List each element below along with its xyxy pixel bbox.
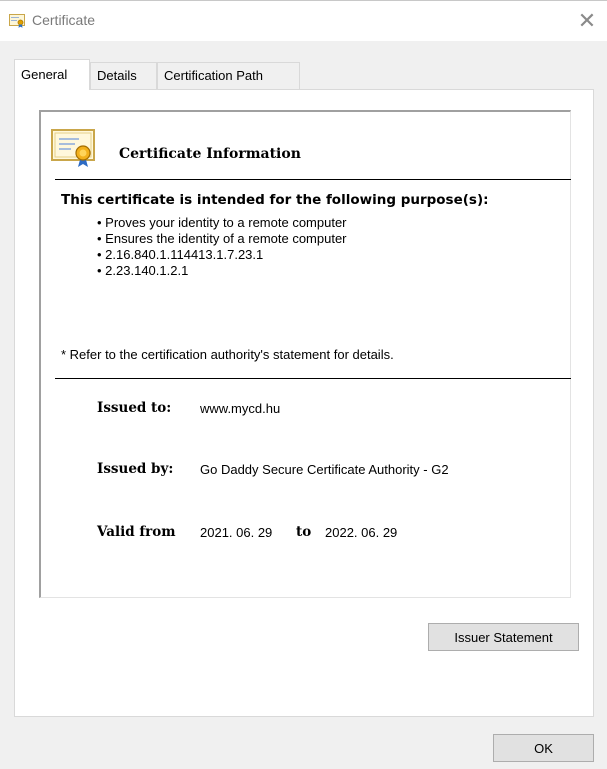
window-title: Certificate [32, 12, 96, 28]
tab-details[interactable]: Details [90, 62, 157, 89]
list-item: 2.16.840.1.114413.1.7.23.1 [97, 247, 347, 263]
tab-panel-general: Certificate Information This certificate… [14, 89, 594, 717]
list-item: Ensures the identity of a remote compute… [97, 231, 346, 247]
ok-button[interactable]: OK [493, 734, 594, 762]
valid-to-value: 2022. 06. 29 [325, 525, 398, 540]
issued-to-label: Issued to: [97, 400, 172, 416]
close-button[interactable]: ✕ [567, 5, 607, 37]
certificate-info-box: Certificate Information This certificate… [39, 110, 571, 598]
purpose-list: Proves your identity to a remote compute… [97, 215, 347, 279]
list-item: 2.23.140.1.2.1 [97, 263, 347, 279]
valid-from-label: Valid from [97, 524, 176, 540]
issued-by-label: Issued by: [97, 461, 174, 477]
tab-certification-path[interactable]: Certification Path [157, 62, 300, 89]
divider [55, 378, 571, 379]
valid-to-label: to [296, 524, 312, 540]
tab-general[interactable]: General [14, 59, 90, 90]
certificate-information-heading: Certificate Information [119, 146, 301, 162]
issued-to-value: www.mycd.hu [200, 401, 281, 416]
authority-statement-note: * Refer to the certification authority's… [61, 347, 394, 362]
issued-by-value: Go Daddy Secure Certificate Authority - … [200, 462, 449, 477]
certificate-icon [9, 14, 25, 28]
close-icon: ✕ [577, 8, 597, 33]
purpose-title: This certificate is intended for the fol… [61, 192, 489, 208]
divider [55, 179, 571, 180]
list-item: Proves your identity to a remote compute… [97, 215, 347, 231]
title-bar: Certificate ✕ [0, 1, 607, 41]
issuer-statement-button[interactable]: Issuer Statement [428, 623, 579, 651]
valid-from-value: 2021. 06. 29 [200, 525, 273, 540]
certificate-icon [51, 129, 95, 167]
certificate-dialog: Certificate ✕ General Details Certificat… [0, 0, 607, 769]
